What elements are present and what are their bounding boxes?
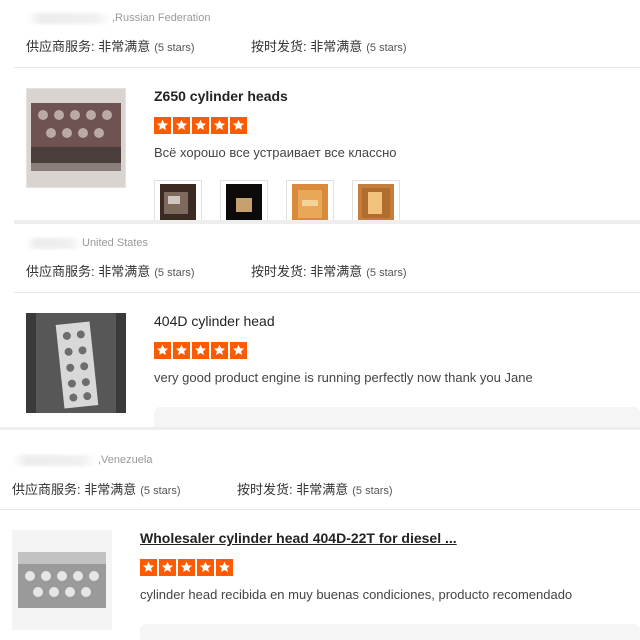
blurred-reviewer-name <box>26 12 112 24</box>
shipping-label: 按时发货: 非常满意 <box>237 482 349 497</box>
star-icon <box>173 342 190 359</box>
review-text: very good product engine is running perf… <box>154 370 533 385</box>
supplier-ratings: 供应商服务: 非常满意 (5 stars) 按时发货: 非常满意 (5 stars) <box>26 261 626 280</box>
blurred-reviewer-name <box>12 454 98 466</box>
star-icon <box>230 342 247 359</box>
seller-reply-box <box>154 407 640 427</box>
shipping-stars: (5 stars) <box>352 485 393 497</box>
product-thumbnail[interactable] <box>26 313 126 413</box>
divider <box>14 67 640 68</box>
star-icon <box>192 117 209 134</box>
review-photo[interactable] <box>154 180 202 222</box>
divider <box>14 292 640 293</box>
star-icon <box>211 117 228 134</box>
shipping-stars: (5 stars) <box>366 42 407 54</box>
reviewer-location: ,Russian Federation <box>26 12 210 24</box>
star-icon <box>140 559 157 576</box>
supplier-service-label: 供应商服务: 非常满意 <box>26 264 151 279</box>
shipping-stars: (5 stars) <box>366 267 407 279</box>
star-icon <box>154 342 171 359</box>
product-title[interactable]: Z650 cylinder heads <box>154 88 288 104</box>
product-title-link[interactable]: Wholesaler cylinder head 404D-22T for di… <box>140 530 457 546</box>
product-thumbnail[interactable] <box>26 88 126 188</box>
star-icon <box>159 559 176 576</box>
star-icon <box>173 117 190 134</box>
supplier-ratings: 供应商服务: 非常满意 (5 stars) 按时发货: 非常满意 (5 stars) <box>12 479 612 498</box>
star-icon <box>192 342 209 359</box>
shipping-label: 按时发货: 非常满意 <box>251 39 363 54</box>
review-photo[interactable] <box>352 180 400 222</box>
rating-stars <box>154 342 247 359</box>
review-photo[interactable] <box>220 180 268 222</box>
star-icon <box>211 342 228 359</box>
seller-reply-box <box>140 624 640 640</box>
rating-stars <box>140 559 233 576</box>
divider <box>0 509 640 510</box>
reviewer-location: United States <box>26 237 148 249</box>
blurred-reviewer-name <box>26 237 82 249</box>
shipping-label: 按时发货: 非常满意 <box>251 264 363 279</box>
supplier-service-label: 供应商服务: 非常满意 <box>26 39 151 54</box>
product-title[interactable]: 404D cylinder head <box>154 313 275 329</box>
supplier-service-label: 供应商服务: 非常满意 <box>12 482 137 497</box>
review-photo[interactable] <box>286 180 334 222</box>
supplier-service-stars: (5 stars) <box>154 42 195 54</box>
rating-stars <box>154 117 247 134</box>
review-card: ,Russian Federation 供应商服务: 非常满意 (5 stars)… <box>0 0 640 222</box>
star-icon <box>197 559 214 576</box>
review-card: ,Venezuela 供应商服务: 非常满意 (5 stars) 按时发货: 非常… <box>0 442 640 640</box>
supplier-service-stars: (5 stars) <box>154 267 195 279</box>
star-icon <box>216 559 233 576</box>
supplier-ratings: 供应商服务: 非常满意 (5 stars) 按时发货: 非常满意 (5 stars) <box>26 36 626 55</box>
review-text: Всё хорошо все устраивает все классно <box>154 145 397 160</box>
product-thumbnail[interactable] <box>12 530 112 630</box>
star-icon <box>230 117 247 134</box>
reviewer-location: ,Venezuela <box>12 454 152 466</box>
section-separator <box>0 427 640 430</box>
star-icon <box>178 559 195 576</box>
star-icon <box>154 117 171 134</box>
review-card: United States 供应商服务: 非常满意 (5 stars) 按时发货:… <box>0 224 640 427</box>
review-text: cylinder head recibida en muy buenas con… <box>140 587 573 602</box>
supplier-service-stars: (5 stars) <box>140 485 181 497</box>
